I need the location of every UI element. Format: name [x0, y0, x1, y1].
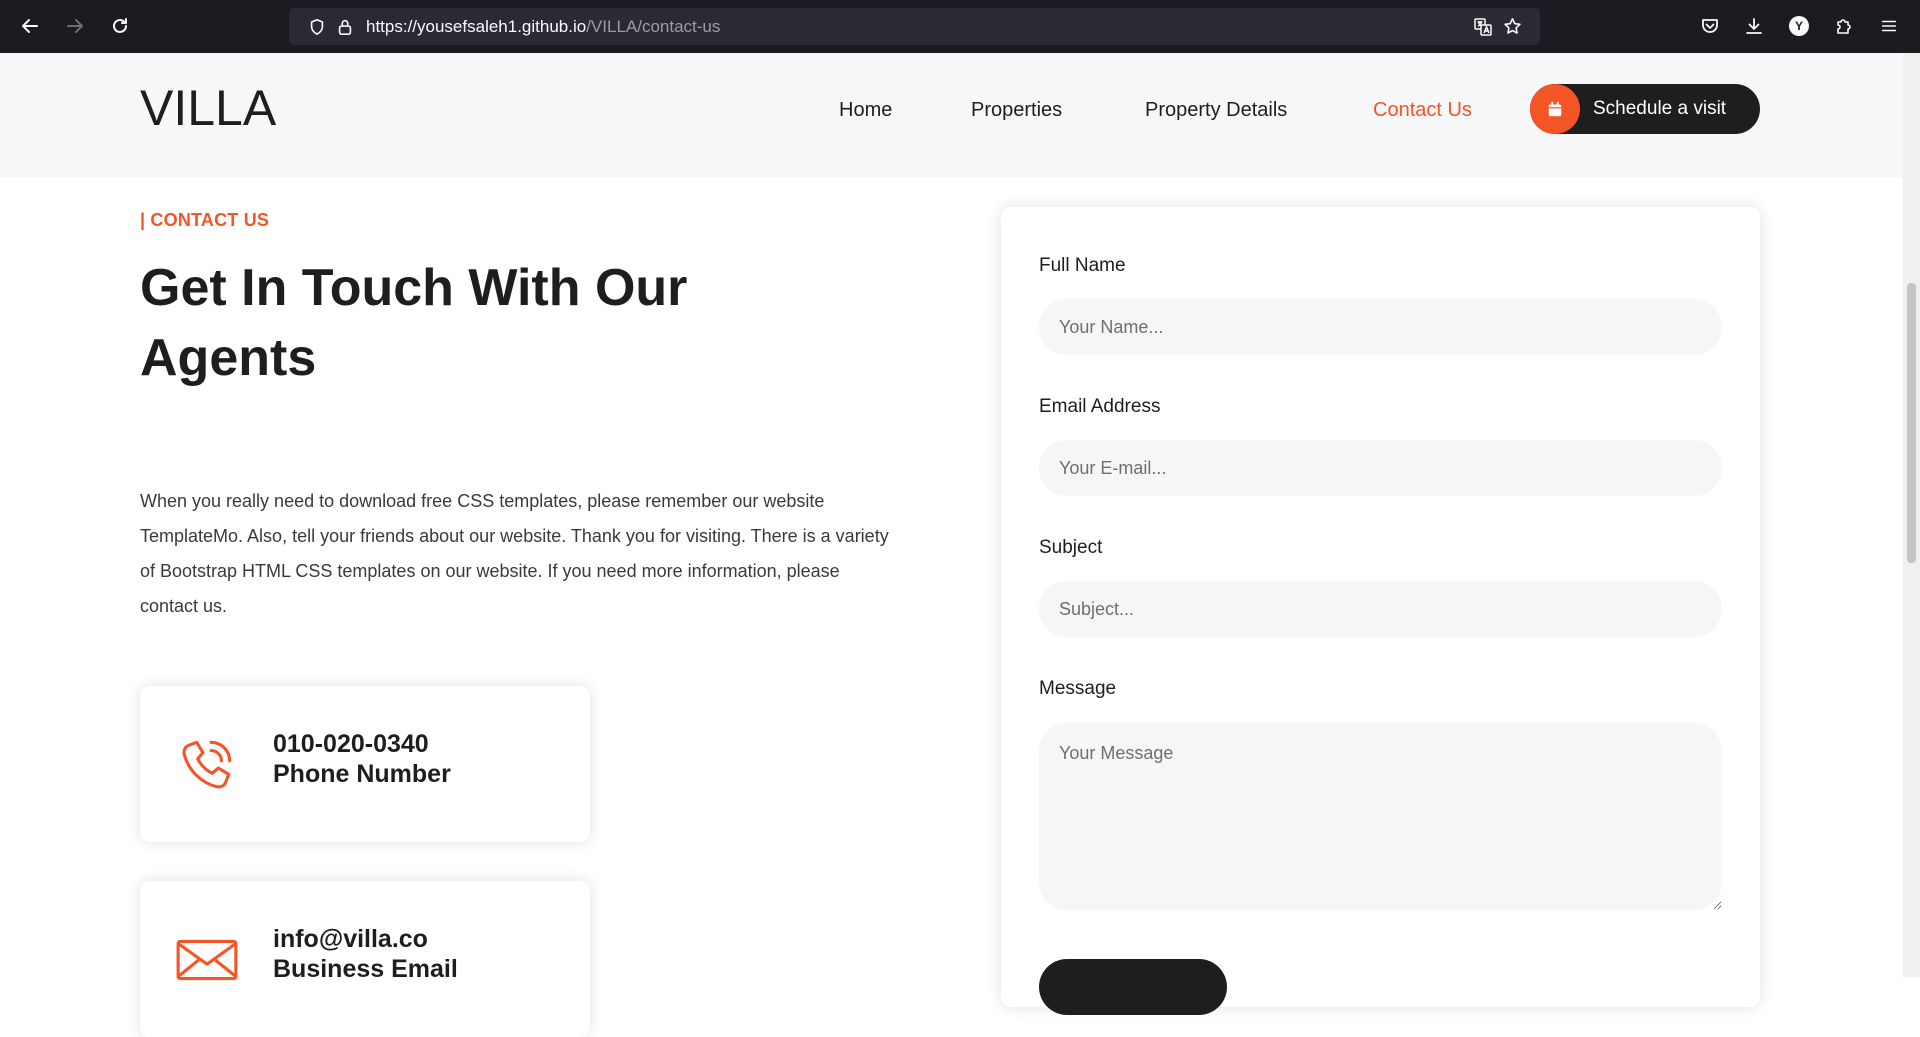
reload-icon	[113, 18, 127, 33]
phone-card: 010-020-0340 Phone Number	[140, 686, 590, 842]
intro-paragraph: When you really need to download free CS…	[140, 491, 889, 616]
schedule-icon-circle	[1530, 84, 1580, 134]
forward-button[interactable]	[58, 9, 92, 43]
subject-input[interactable]	[1039, 581, 1722, 637]
shield-icon	[310, 18, 324, 35]
downloads-button[interactable]	[1737, 9, 1771, 43]
site-logo[interactable]: VILLA	[140, 83, 276, 133]
message-label: Message	[1039, 678, 1117, 699]
url-path: /VILLA/contact-us	[586, 17, 721, 36]
page-scrollbar[interactable]	[1903, 53, 1920, 977]
email-input[interactable]	[1039, 440, 1722, 496]
url-text[interactable]: https://yousefsaleh1.github.io/VILLA/con…	[366, 8, 720, 45]
lock-icon	[338, 19, 352, 35]
site-info-button[interactable]	[329, 8, 361, 45]
email-card: info@villa.co Business Email	[140, 881, 590, 1037]
section-eyebrow: | CONTACT US	[140, 210, 270, 230]
back-button[interactable]	[13, 9, 47, 43]
contact-form: Full Name Email Address Subject Message	[1001, 207, 1760, 1015]
arrow-left-icon	[22, 19, 38, 33]
schedule-visit-button[interactable]: Schedule a visit	[1530, 84, 1760, 134]
site-header: VILLA Home Properties Property Details C…	[0, 53, 1903, 177]
subject-label: Subject	[1039, 537, 1103, 558]
email-address-label: Email Address	[1039, 396, 1161, 417]
app-menu-button[interactable]	[1872, 9, 1906, 43]
nav-contact-us[interactable]: Contact Us	[1373, 99, 1472, 122]
profile-avatar: Y	[1789, 16, 1809, 36]
full-name-input[interactable]	[1039, 299, 1722, 355]
send-message-button[interactable]	[1039, 959, 1227, 1015]
puzzle-icon	[1837, 19, 1851, 34]
browser-toolbar: https://yousefsaleh1.github.io/VILLA/con…	[0, 0, 1920, 53]
bookmark-button[interactable]	[1496, 8, 1528, 45]
schedule-visit-label: Schedule a visit	[1593, 98, 1727, 119]
nav-home[interactable]: Home	[839, 99, 892, 122]
page-title: Get In Touch With Our Agents	[140, 259, 688, 387]
download-icon	[1746, 18, 1762, 34]
account-button[interactable]: Y	[1782, 9, 1816, 43]
pocket-button[interactable]	[1693, 9, 1727, 43]
extensions-button[interactable]	[1827, 9, 1861, 43]
pocket-icon	[1702, 19, 1718, 33]
hamburger-menu-icon	[1881, 20, 1897, 32]
scrollbar-thumb[interactable]	[1907, 283, 1916, 563]
address-bar[interactable]: https://yousefsaleh1.github.io/VILLA/con…	[289, 8, 1540, 45]
message-textarea[interactable]	[1039, 723, 1722, 910]
url-host: https://yousefsaleh1.github.io	[366, 17, 587, 36]
phone-icon	[174, 732, 240, 798]
translate-icon	[1474, 17, 1492, 36]
phone-number-value[interactable]: 010-020-0340	[273, 730, 429, 759]
arrow-right-icon	[67, 19, 83, 33]
email-value[interactable]: info@villa.co	[273, 925, 428, 954]
envelope-icon	[174, 927, 240, 993]
full-name-label: Full Name	[1039, 255, 1126, 276]
translate-button[interactable]	[1467, 8, 1499, 45]
reload-button[interactable]	[103, 9, 137, 43]
nav-property-details[interactable]: Property Details	[1145, 99, 1287, 122]
email-caption: Business Email	[273, 955, 458, 983]
phone-number-caption: Phone Number	[273, 760, 451, 788]
star-icon	[1503, 18, 1521, 34]
calendar-icon	[1548, 101, 1562, 117]
nav-properties[interactable]: Properties	[971, 99, 1062, 122]
